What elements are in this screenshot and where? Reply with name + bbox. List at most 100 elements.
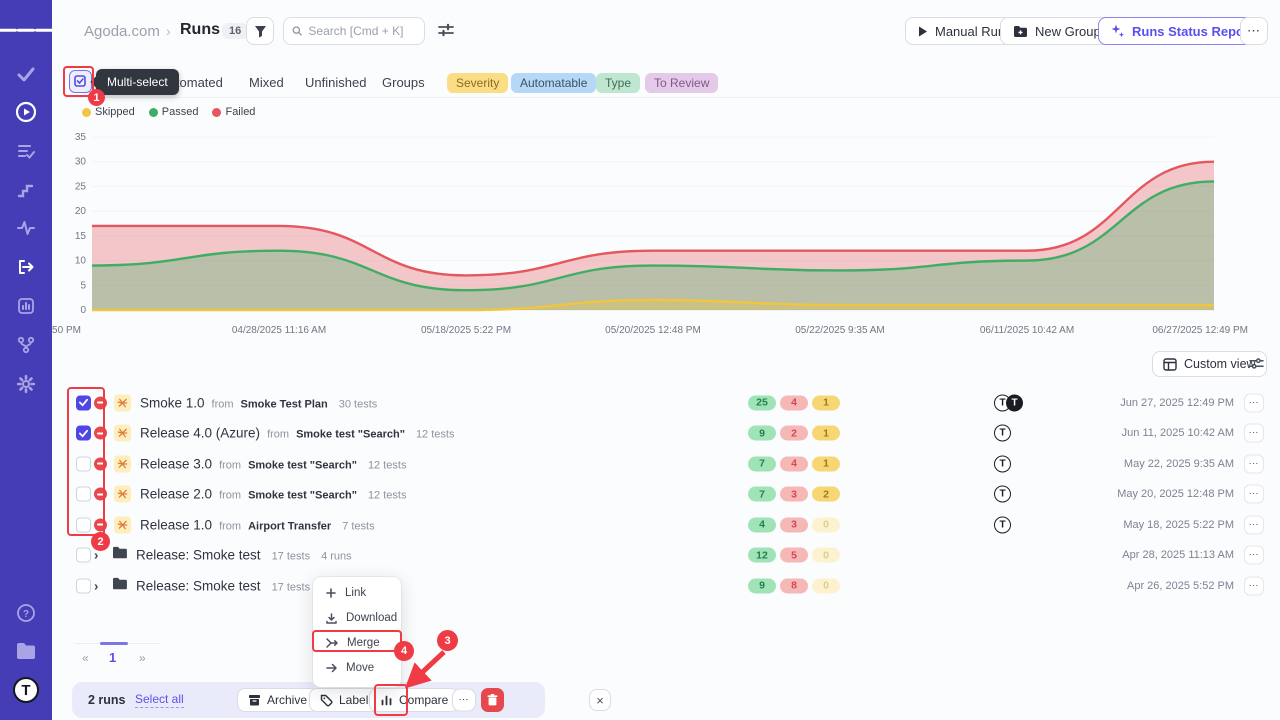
avatar: T [994, 486, 1011, 503]
group-name[interactable]: Release: Smoke test [136, 548, 261, 563]
svg-text:20: 20 [75, 206, 87, 217]
run-name[interactable]: Release 3.0 [140, 456, 212, 471]
test-plans-icon[interactable] [16, 141, 36, 161]
expand-chevron-icon[interactable]: › [94, 578, 98, 593]
tab-unfinished[interactable]: Unfinished [305, 75, 366, 90]
menu-item-move[interactable]: Move [313, 656, 401, 680]
run-name[interactable]: Release 1.0 [140, 517, 212, 532]
header-more-button[interactable]: ⋯ [1240, 17, 1268, 45]
status-badges: 980 [748, 578, 840, 593]
settings-gear-icon[interactable] [16, 374, 36, 394]
context-menu: Link Download Merge Move [313, 577, 401, 687]
group-row: › Release: Smoke test17 tests4 runs 1250… [0, 540, 1280, 571]
archive-icon [248, 694, 261, 706]
tag-icon [320, 694, 333, 707]
bar-chart-icon [380, 694, 393, 706]
import-icon[interactable] [16, 257, 36, 277]
row-more-button[interactable]: ⋯ [1244, 546, 1264, 565]
play-icon [918, 26, 928, 37]
tests-check-icon[interactable] [16, 64, 36, 84]
view-settings-icon[interactable] [1249, 357, 1264, 375]
tab-mixed[interactable]: Mixed [249, 75, 284, 90]
menu-item-download[interactable]: Download [313, 606, 401, 630]
svg-text:04/28/2025 11:16 AM: 04/28/2025 11:16 AM [232, 325, 326, 336]
row-more-button[interactable]: ⋯ [1244, 393, 1264, 412]
legend-failed: Failed [212, 106, 255, 118]
bulk-more-button[interactable]: ⋯ [452, 689, 476, 712]
pagination-page-1[interactable]: 1 [109, 650, 116, 665]
row-checkbox[interactable] [76, 426, 91, 441]
run-name[interactable]: Release 4.0 (Azure) [140, 426, 260, 441]
run-source[interactable]: Smoke test "Search" [296, 429, 405, 441]
table-icon [1163, 358, 1177, 371]
run-name[interactable]: Smoke 1.0 [140, 395, 205, 410]
breadcrumb-project[interactable]: Agoda.com [84, 23, 160, 40]
group-folder-icon [112, 577, 128, 595]
search-input[interactable] [308, 24, 416, 38]
svg-text:05/22/2025 9:35 AM: 05/22/2025 9:35 AM [795, 325, 885, 336]
row-more-button[interactable]: ⋯ [1244, 515, 1264, 534]
pill-severity[interactable]: Severity [447, 73, 508, 93]
branches-icon[interactable] [16, 335, 36, 355]
row-more-button[interactable]: ⋯ [1244, 576, 1264, 595]
row-checkbox[interactable] [76, 487, 91, 502]
analytics-icon[interactable] [16, 296, 36, 316]
run-source[interactable]: Smoke Test Plan [241, 398, 328, 410]
multi-select-icon [74, 75, 87, 88]
delete-button[interactable] [481, 688, 504, 712]
search-box[interactable] [283, 17, 425, 45]
tab-groups[interactable]: Groups [382, 75, 425, 90]
menu-item-merge[interactable]: Merge [313, 631, 401, 655]
sidebar: ? T [0, 0, 52, 720]
annotation-marker-4: 4 [394, 641, 414, 661]
run-source[interactable]: Smoke test "Search" [248, 490, 357, 502]
run-name[interactable]: Release 2.0 [140, 487, 212, 502]
profile-avatar[interactable]: T [13, 677, 39, 703]
multi-select-button[interactable] [69, 70, 92, 93]
new-group-button[interactable]: New Group [1000, 17, 1114, 45]
pulse-icon[interactable] [16, 218, 36, 238]
divider [64, 97, 1280, 98]
row-checkbox[interactable] [76, 517, 91, 532]
filter-button[interactable] [246, 17, 274, 45]
pill-type[interactable]: Type [596, 73, 640, 93]
pill-to-review[interactable]: To Review [645, 73, 718, 93]
row-checkbox[interactable] [76, 456, 91, 471]
skipped-badge: 1 [812, 426, 840, 441]
row-checkbox[interactable] [76, 578, 91, 593]
help-icon[interactable]: ? [16, 603, 36, 623]
pagination-indicator [75, 643, 161, 644]
run-row: Release 4.0 (Azure)fromSmoke test "Searc… [0, 418, 1280, 449]
avatar: T [994, 455, 1011, 472]
runs-play-icon[interactable] [15, 101, 37, 123]
assignee-avatars: T [994, 486, 1011, 503]
download-icon [326, 613, 337, 624]
row-more-button[interactable]: ⋯ [1244, 454, 1264, 473]
filter-settings-icon[interactable] [438, 23, 454, 42]
close-selection-button[interactable]: × [589, 689, 611, 711]
milestones-steps-icon[interactable] [17, 181, 35, 199]
run-date: May 18, 2025 5:22 PM [1123, 519, 1234, 531]
projects-folder-icon[interactable] [15, 642, 37, 660]
select-all-link[interactable]: Select all [135, 692, 184, 708]
run-date: May 20, 2025 12:48 PM [1117, 488, 1234, 500]
avatar: T [13, 677, 39, 703]
row-checkbox[interactable] [76, 548, 91, 563]
group-name[interactable]: Release: Smoke test [136, 578, 261, 593]
run-source[interactable]: Smoke test "Search" [248, 459, 357, 471]
archive-button[interactable]: Archive [237, 688, 318, 712]
pagination-prev[interactable]: « [82, 651, 89, 665]
pagination-next[interactable]: » [139, 651, 146, 665]
menu-icon[interactable] [0, 26, 53, 35]
row-more-button[interactable]: ⋯ [1244, 424, 1264, 443]
row-more-button[interactable]: ⋯ [1244, 485, 1264, 504]
svg-text:?: ? [23, 609, 29, 620]
passed-badge: 4 [748, 517, 776, 532]
compare-button[interactable]: Compare [369, 688, 459, 712]
row-checkbox[interactable] [76, 395, 91, 410]
pill-automatable[interactable]: Automatable [511, 73, 596, 93]
run-source[interactable]: Airport Transfer [248, 520, 331, 532]
svg-text:10: 10 [75, 256, 87, 267]
menu-item-link[interactable]: Link [313, 581, 401, 605]
arrow-right-icon [326, 663, 337, 673]
